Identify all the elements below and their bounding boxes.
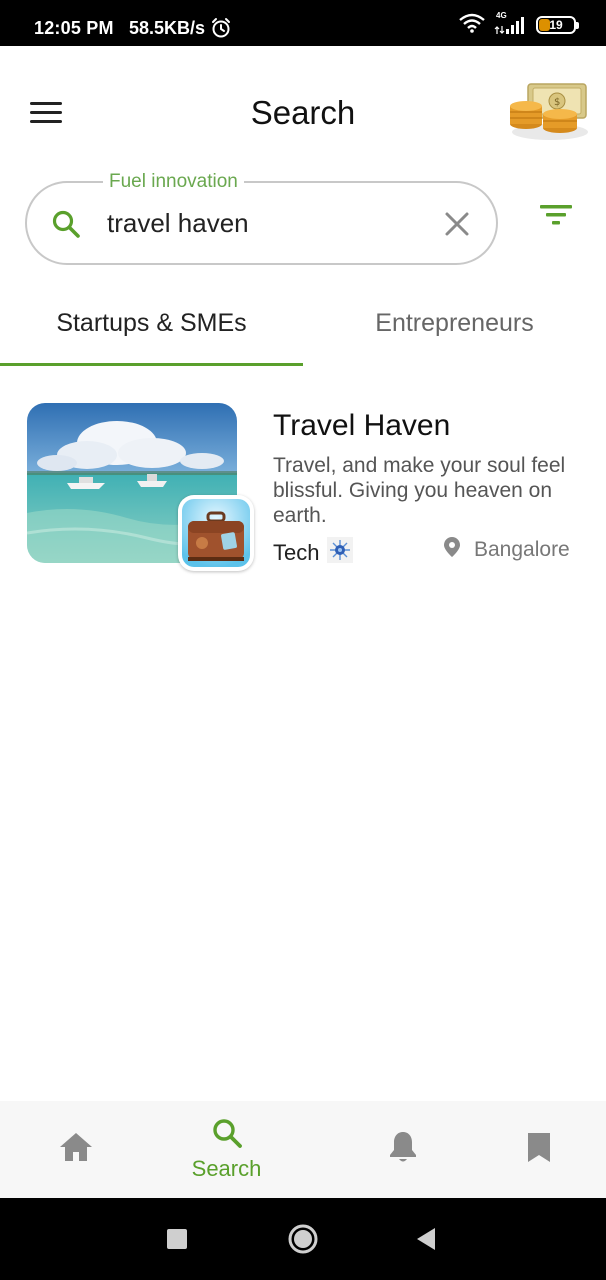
alarm-icon [210,17,232,44]
result-category: Tech [273,537,354,569]
app-header: Search $ [0,46,606,176]
location-pin-icon [444,537,460,563]
nav-home[interactable] [0,1101,151,1198]
status-network-speed: 58.5KB/s [129,18,206,38]
status-bar: 12:05 PM 58.5KB/s 4G 19 [0,0,606,46]
bookmark-icon [526,1131,552,1168]
nav-search[interactable]: Search [151,1101,302,1198]
home-icon [59,1132,93,1167]
bell-icon [388,1130,418,1169]
back-button[interactable] [412,1198,440,1280]
tab-startups-smes[interactable]: Startups & SMEs [0,280,303,366]
startup-logo [178,495,254,571]
filter-icon[interactable] [540,203,572,232]
nav-notifications[interactable] [327,1101,478,1198]
recent-apps-button[interactable] [160,1198,194,1280]
location-label: Bangalore [474,538,570,561]
nav-bookmarks[interactable] [463,1101,606,1198]
bottom-navigation: Search [0,1101,606,1198]
result-card-travel-haven[interactable]: Travel Haven Travel, and make your soul … [0,395,606,585]
nav-search-label: Search [191,1156,262,1181]
tab-bar: Startups & SMEs Entrepreneurs [0,280,606,366]
search-nav-icon [211,1117,243,1154]
wifi-icon [458,13,486,38]
search-icon [51,209,81,244]
result-description: Travel, and make your soul feel blissful… [273,454,566,527]
status-time: 12:05 PM [34,18,114,38]
category-label: Tech [273,540,320,565]
search-field[interactable]: Fuel innovation [25,171,498,265]
coins-money-icon[interactable]: $ [508,80,588,142]
result-location: Bangalore [444,537,570,563]
search-input[interactable] [107,203,427,243]
clear-search-icon[interactable] [444,211,470,242]
result-title: Travel Haven [273,409,451,442]
home-button[interactable] [284,1198,322,1280]
battery-indicator: 19 [536,16,579,34]
tech-category-icon [327,537,354,569]
active-tab-indicator [0,363,303,366]
signal-icon: 4G [494,11,528,36]
search-field-label: Fuel innovation [103,171,244,193]
battery-level: 19 [549,18,563,32]
tab-entrepreneurs[interactable]: Entrepreneurs [303,280,606,366]
svg-text:$: $ [554,97,560,108]
system-navigation-bar [0,1198,606,1280]
